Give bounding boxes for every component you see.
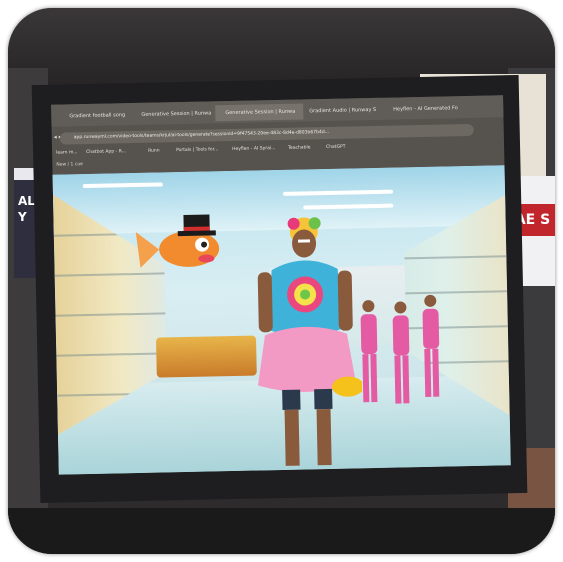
browser-window: Gradient football song Generative Sessio…	[51, 95, 505, 175]
bookmark-item[interactable]: ChatGPT	[326, 145, 346, 150]
video-frame	[52, 165, 511, 475]
product-display	[155, 335, 257, 378]
shelf-row	[55, 312, 165, 316]
bookmark-item[interactable]: Runn	[148, 148, 160, 153]
address-bar[interactable]: app.runwayml.com/video-tools/teams/krjul…	[59, 123, 474, 145]
dancer-pink-suit	[422, 294, 440, 397]
bookmark-item[interactable]: Heyflen - AI Sprai...	[232, 146, 276, 152]
dancing-man-tie-dye-tutu	[257, 217, 364, 466]
cartoon-fish-with-top-hat	[135, 214, 220, 268]
bookmark-item[interactable]: learn m...	[56, 150, 78, 155]
browser-tab[interactable]: Gradient football song	[59, 107, 129, 124]
bookmarks-bar: learn m... Chatbot App - R... Runn Porta…	[56, 141, 496, 160]
photo-frame: AL Y AE S Gradient football song Generati…	[8, 8, 555, 554]
ceiling-light	[282, 189, 394, 196]
screen-base-shadow	[8, 508, 555, 554]
browser-tab-bar: Gradient football song Generative Sessio…	[51, 95, 504, 127]
bookmark-item[interactable]: Chatbot App - R...	[86, 149, 126, 155]
browser-tab[interactable]: Heyflen - AI Generated Fo	[383, 100, 473, 118]
ceiling-light	[82, 182, 163, 189]
shelf-row	[404, 255, 506, 259]
shelf-row	[55, 272, 165, 276]
browser-tab[interactable]: Generative Session | Runwa	[131, 105, 219, 123]
dancer-pink-suit	[392, 301, 410, 404]
left-banner-text: AL Y	[18, 194, 35, 224]
browser-tab-active[interactable]: Generative Session | Runwa	[215, 103, 304, 122]
projection-screen: Gradient football song Generative Sessio…	[31, 74, 528, 504]
shelf-row	[56, 352, 166, 356]
browser-tab[interactable]: Gradient Audio | Runway S	[299, 102, 387, 120]
dancer-pink-suit	[360, 300, 378, 403]
page-subheading: New / 1 cue	[56, 162, 83, 168]
bookmark-item[interactable]: Portals | Tools for...	[176, 147, 218, 153]
bookmark-item[interactable]: Teachable	[288, 145, 311, 150]
